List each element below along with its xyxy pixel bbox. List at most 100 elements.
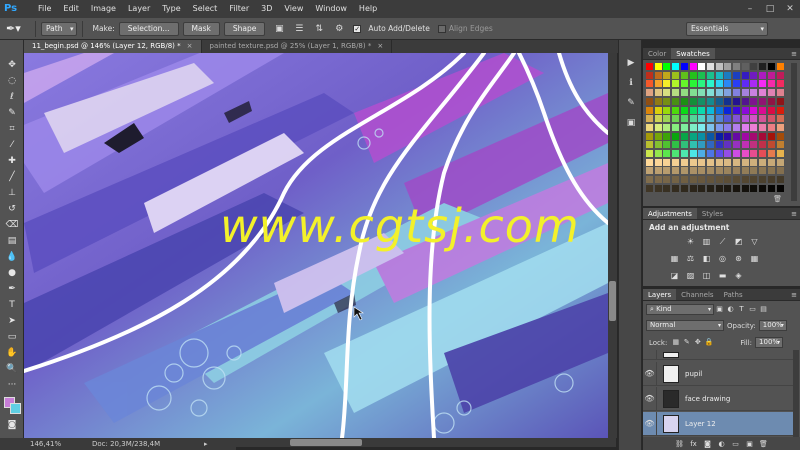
color-swatch[interactable] (767, 63, 775, 70)
brush-tool-icon[interactable]: ╱ (3, 170, 21, 185)
tab-layers[interactable]: Layers (643, 289, 677, 300)
move-tool-icon[interactable]: ✥ (3, 58, 21, 73)
color-swatch[interactable] (767, 132, 775, 140)
photo-filter-icon[interactable]: ◎ (717, 253, 728, 264)
tab-painted-texture[interactable]: painted texture.psd @ 25% (Layer 1, RGB/… (202, 40, 393, 53)
properties-panel-icon[interactable]: ℹ (624, 76, 638, 90)
color-swatch[interactable] (767, 106, 775, 114)
color-swatch[interactable] (724, 141, 732, 149)
color-swatch[interactable] (646, 123, 653, 131)
layer-row-face-drawing[interactable]: 👁 face drawing (643, 386, 793, 411)
link-layers-icon[interactable]: ⛓ (674, 440, 686, 448)
color-swatch[interactable] (663, 63, 671, 70)
color-swatch[interactable] (646, 167, 653, 175)
threshold-icon[interactable]: ◫ (701, 270, 712, 281)
color-swatch[interactable] (776, 176, 784, 184)
color-swatch[interactable] (776, 106, 784, 114)
filter-adjustment-icon[interactable]: ◐ (726, 305, 735, 314)
color-swatch[interactable] (759, 176, 767, 184)
color-swatch[interactable] (646, 184, 653, 192)
color-swatch[interactable] (680, 63, 688, 70)
color-swatch[interactable] (767, 115, 775, 123)
color-swatch[interactable] (663, 123, 671, 131)
color-swatch[interactable] (776, 71, 784, 79)
color-swatch[interactable] (776, 150, 784, 157)
color-swatch[interactable] (724, 71, 732, 79)
menu-file[interactable]: File (32, 0, 57, 18)
swatch-grid[interactable] (646, 63, 786, 201)
document-canvas[interactable]: www.cgtsj.com (24, 53, 608, 438)
color-swatch[interactable] (654, 150, 662, 157)
color-swatch[interactable] (715, 71, 723, 79)
layer-row-partial[interactable] (643, 349, 793, 360)
color-swatch[interactable] (680, 167, 688, 175)
history-panel-icon[interactable]: ▶ (624, 56, 638, 70)
color-swatch[interactable] (715, 89, 723, 97)
color-swatch[interactable] (672, 123, 680, 131)
color-swatch[interactable] (715, 184, 723, 192)
color-swatch[interactable] (672, 115, 680, 123)
color-swatch[interactable] (767, 150, 775, 157)
gradient-tool-icon[interactable]: ▤ (3, 234, 21, 249)
color-swatch[interactable] (706, 176, 714, 184)
workspace-select[interactable]: Essentials (686, 22, 768, 36)
color-swatch[interactable] (741, 184, 749, 192)
layers-scrollbar[interactable] (793, 350, 799, 437)
black-white-icon[interactable]: ◧ (701, 253, 712, 264)
color-swatch[interactable] (646, 115, 653, 123)
tab-11-begin[interactable]: 11_begin.psd @ 146% (Layer 12, RGB/8) * × (24, 40, 202, 53)
color-swatch[interactable] (733, 184, 740, 192)
new-layer-icon[interactable]: ▣ (744, 440, 756, 448)
gradient-map-icon[interactable]: ▬ (717, 270, 728, 281)
tab-adjustments[interactable]: Adjustments (643, 208, 697, 219)
color-swatch[interactable] (689, 158, 697, 166)
color-swatch[interactable] (689, 184, 697, 192)
color-swatch[interactable] (698, 141, 706, 149)
color-swatch[interactable] (680, 184, 688, 192)
color-swatch[interactable] (741, 158, 749, 166)
color-swatch[interactable] (672, 97, 680, 105)
color-swatch[interactable] (672, 71, 680, 79)
color-swatch[interactable] (741, 176, 749, 184)
color-swatch[interactable] (724, 80, 732, 88)
color-swatch[interactable] (672, 176, 680, 184)
menu-layer[interactable]: Layer (122, 0, 156, 18)
color-swatch[interactable] (689, 106, 697, 114)
color-swatch[interactable] (706, 97, 714, 105)
quick-mask-icon[interactable]: ◙ (3, 418, 21, 433)
brightness-contrast-icon[interactable]: ☀ (685, 236, 696, 247)
menu-filter[interactable]: Filter (223, 0, 255, 18)
minimize-button[interactable]: – (740, 0, 760, 18)
tab-color[interactable]: Color (643, 48, 671, 59)
color-swatch[interactable] (689, 167, 697, 175)
color-swatch[interactable] (663, 158, 671, 166)
exposure-icon[interactable]: ◩ (733, 236, 744, 247)
color-swatch[interactable] (759, 123, 767, 131)
blend-mode-select[interactable]: Normal (646, 320, 724, 331)
color-swatch[interactable] (654, 167, 662, 175)
color-swatch[interactable] (654, 141, 662, 149)
color-swatch[interactable] (776, 80, 784, 88)
color-swatch[interactable] (759, 89, 767, 97)
layer-row-pupil[interactable]: 👁 pupil (643, 361, 793, 386)
color-swatch[interactable] (759, 132, 767, 140)
color-swatch[interactable] (680, 89, 688, 97)
color-swatch[interactable] (689, 115, 697, 123)
color-swatch[interactable] (654, 115, 662, 123)
healing-brush-tool-icon[interactable]: ✚ (3, 154, 21, 169)
color-swatch[interactable] (689, 63, 697, 70)
color-swatch[interactable] (741, 71, 749, 79)
color-swatch[interactable] (698, 184, 706, 192)
color-swatch[interactable] (741, 115, 749, 123)
color-swatch[interactable] (750, 63, 758, 70)
color-swatch[interactable] (698, 89, 706, 97)
dodge-tool-icon[interactable]: ● (3, 266, 21, 281)
path-arrangement-icon[interactable]: ⇅ (312, 22, 326, 36)
color-swatch[interactable] (689, 141, 697, 149)
color-swatch[interactable] (759, 184, 767, 192)
color-swatch[interactable] (680, 115, 688, 123)
color-swatch[interactable] (672, 80, 680, 88)
color-swatch[interactable] (680, 132, 688, 140)
color-swatch[interactable] (759, 106, 767, 114)
color-swatch[interactable] (646, 80, 653, 88)
